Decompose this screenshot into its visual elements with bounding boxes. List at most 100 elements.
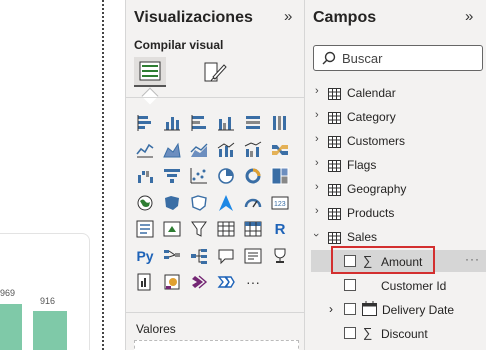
table-row-customers[interactable]: › Customers	[305, 129, 486, 153]
expand-chevron-icon[interactable]: ›	[315, 205, 319, 217]
chart-bar	[33, 311, 67, 350]
pie-icon[interactable]	[215, 165, 237, 187]
line-chart-icon[interactable]	[134, 139, 156, 161]
power-apps-icon[interactable]	[161, 271, 183, 293]
visual-gallery: 123 R Py ···	[134, 112, 299, 295]
visualizations-pane: Visualizaciones » Compilar visual 123 R …	[125, 0, 305, 350]
expand-chevron-icon[interactable]: ›	[315, 85, 319, 97]
search-icon	[322, 51, 336, 70]
map-icon[interactable]	[134, 192, 156, 214]
format-visual-tab[interactable]	[201, 58, 229, 86]
divider	[126, 97, 304, 98]
chart-bar	[0, 304, 22, 350]
fields-pane: Campos » Buscar › Calendar › Category › …	[305, 0, 486, 350]
format-paintbrush-icon	[204, 62, 227, 82]
clustered-bar-icon[interactable]	[188, 112, 210, 134]
field-checkbox[interactable]	[344, 303, 356, 315]
paginated-report-icon[interactable]	[134, 271, 156, 293]
multirow-card-icon[interactable]	[134, 218, 156, 240]
scatter-icon[interactable]	[188, 165, 210, 187]
table-name: Flags	[347, 158, 377, 172]
build-visual-tab[interactable]	[134, 57, 166, 87]
collapse-chevron-icon[interactable]: »	[284, 8, 292, 25]
table-icon	[328, 135, 341, 153]
collapse-chevron-icon[interactable]: »	[465, 8, 473, 25]
slicer-icon[interactable]	[188, 218, 210, 240]
treemap-icon[interactable]	[269, 165, 291, 187]
azure-map-icon[interactable]	[215, 192, 237, 214]
values-well-label: Valores	[136, 322, 176, 336]
build-visual-icon	[139, 61, 161, 81]
more-options-icon[interactable]: ···	[465, 252, 480, 266]
expand-chevron-icon[interactable]: ›	[315, 133, 319, 145]
table-name: Customers	[347, 134, 406, 148]
stacked-column-icon[interactable]	[161, 112, 183, 134]
table-icon	[328, 111, 341, 129]
funnel-icon[interactable]	[161, 165, 183, 187]
table-icon	[328, 159, 341, 177]
smart-narrative-icon[interactable]	[242, 245, 264, 267]
selected-tab-caret	[141, 87, 159, 105]
key-influencers-icon[interactable]	[161, 245, 183, 267]
area-chart-icon[interactable]	[161, 139, 183, 161]
line-clustered-column-icon[interactable]	[242, 139, 264, 161]
waterfall-icon[interactable]	[134, 165, 156, 187]
table-row-category[interactable]: › Category	[305, 105, 486, 129]
card-icon[interactable]: 123	[269, 192, 291, 214]
field-name: Customer Id	[381, 279, 447, 293]
python-visual-icon[interactable]: Py	[134, 245, 156, 267]
field-checkbox[interactable]	[344, 327, 356, 339]
line-column-icon[interactable]	[215, 139, 237, 161]
gauge-icon[interactable]	[242, 192, 264, 214]
table-name: Calendar	[347, 86, 396, 100]
get-more-visuals-icon[interactable]	[215, 271, 237, 293]
100-stacked-column-icon[interactable]	[269, 112, 291, 134]
table-icon	[328, 183, 341, 201]
power-automate-icon[interactable]	[188, 271, 210, 293]
donut-icon[interactable]	[242, 165, 264, 187]
more-options-icon[interactable]: ···	[242, 271, 264, 293]
r-visual-icon[interactable]: R	[269, 218, 291, 240]
goals-icon[interactable]	[269, 245, 291, 267]
divider	[126, 312, 304, 313]
table-icon	[328, 207, 341, 225]
expand-chevron-icon[interactable]: ›	[315, 109, 319, 121]
data-label: 916	[40, 296, 56, 306]
table-row-products[interactable]: › Products	[305, 201, 486, 225]
table-icon	[328, 87, 341, 105]
values-drop-area[interactable]	[134, 340, 299, 350]
qa-icon[interactable]	[215, 245, 237, 267]
power-bi-screen: 969 916 Visualizaciones » Compilar visua…	[0, 0, 486, 350]
table-icon[interactable]	[215, 218, 237, 240]
search-input[interactable]: Buscar	[313, 45, 483, 71]
table-name: Category	[347, 110, 396, 124]
stacked-area-icon[interactable]	[188, 139, 210, 161]
data-label: 969	[0, 288, 16, 298]
kpi-icon[interactable]	[161, 218, 183, 240]
matrix-icon[interactable]	[242, 218, 264, 240]
expand-chevron-icon[interactable]: ›	[315, 157, 319, 169]
report-canvas[interactable]: 969 916	[0, 0, 125, 350]
table-name: Sales	[347, 230, 378, 244]
decomposition-tree-icon[interactable]	[188, 245, 210, 267]
table-row-flags[interactable]: › Flags	[305, 153, 486, 177]
clustered-column-icon[interactable]	[215, 112, 237, 134]
ribbon-chart-icon[interactable]	[269, 139, 291, 161]
100-stacked-bar-icon[interactable]	[242, 112, 264, 134]
canvas-boundary	[102, 0, 104, 350]
expand-chevron-icon[interactable]: ›	[329, 302, 333, 316]
pane-title: Campos	[313, 9, 377, 26]
stacked-bar-icon[interactable]	[134, 112, 156, 134]
highlight-box	[331, 246, 435, 274]
shape-map-icon[interactable]	[188, 192, 210, 214]
collapse-chevron-icon[interactable]: ›	[310, 233, 322, 237]
field-name: Delivery Date	[382, 303, 455, 317]
chart-visual[interactable]: 969 916	[0, 233, 90, 350]
table-row-geography[interactable]: › Geography	[305, 177, 486, 201]
table-row-calendar[interactable]: › Calendar	[305, 81, 486, 105]
build-visual-label: Compilar visual	[134, 38, 224, 52]
filled-map-icon[interactable]	[161, 192, 183, 214]
pane-title: Visualizaciones	[134, 9, 253, 26]
expand-chevron-icon[interactable]: ›	[315, 181, 319, 193]
field-checkbox[interactable]	[344, 279, 356, 291]
